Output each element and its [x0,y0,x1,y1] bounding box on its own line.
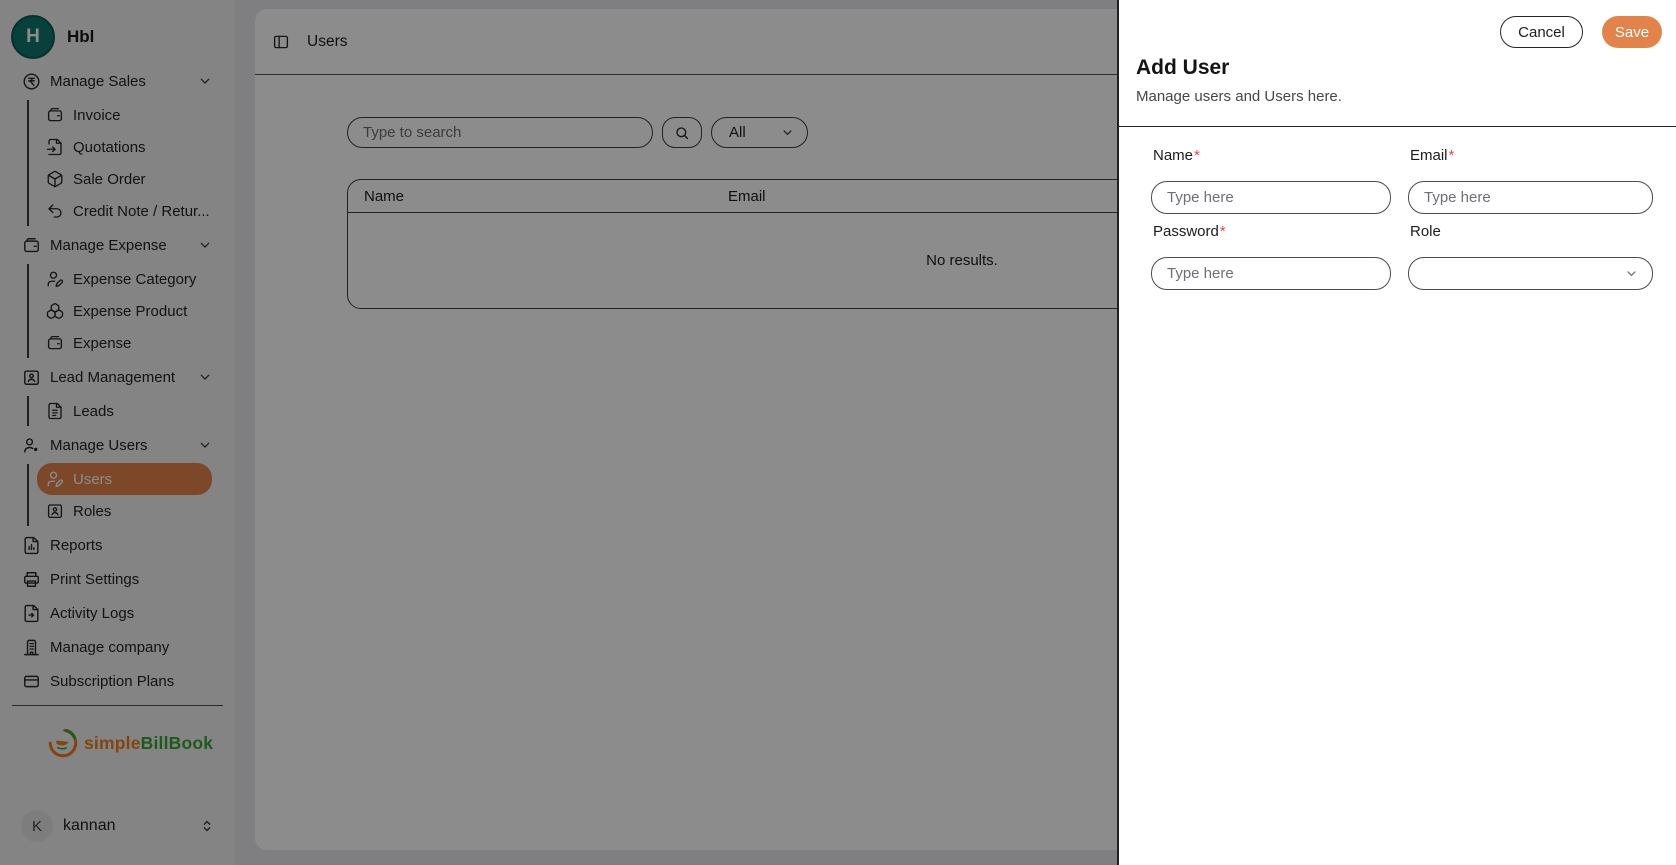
drawer-actions: Cancel Save [1500,16,1662,48]
name-field[interactable] [1151,181,1391,214]
add-user-drawer: Cancel Save Add User Manage users and Us… [1117,0,1676,865]
password-field-group: Password* [1151,223,1391,290]
required-asterisk: * [1194,147,1200,164]
role-field-group: Role [1408,223,1653,290]
drawer-backdrop[interactable] [0,0,1117,865]
password-field[interactable] [1151,257,1391,290]
drawer-title: Add User [1136,55,1652,81]
chevron-down-icon [1624,266,1639,281]
email-field[interactable] [1408,181,1653,214]
required-asterisk: * [1220,223,1226,240]
name-label: Name [1153,147,1193,164]
name-field-group: Name* [1151,147,1391,214]
cancel-button[interactable]: Cancel [1500,16,1583,48]
drawer-subtitle: Manage users and Users here. [1136,87,1652,106]
role-select[interactable] [1408,257,1653,290]
role-label: Role [1410,223,1441,240]
email-label: Email [1410,147,1448,164]
save-button[interactable]: Save [1602,16,1662,48]
email-field-group: Email* [1408,147,1653,214]
required-asterisk: * [1449,147,1455,164]
add-user-form: Name* Email* Password* Role [1119,127,1676,290]
password-label: Password [1153,223,1219,240]
